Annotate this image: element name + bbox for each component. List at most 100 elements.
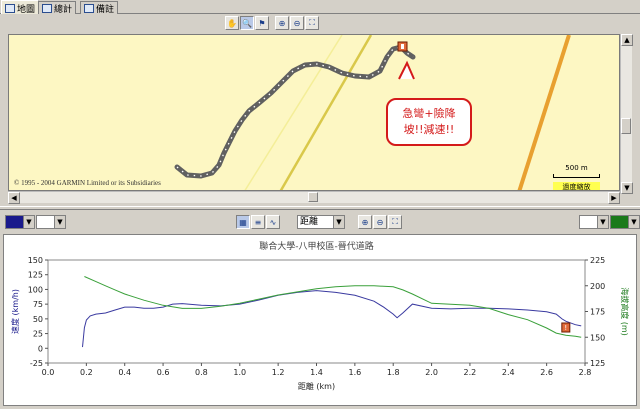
y-tick-label: 50 — [33, 315, 43, 324]
y2-tick-label: 150 — [590, 333, 605, 342]
x-tick-label: 2.8 — [579, 368, 592, 377]
x-tick-label: 1.4 — [310, 368, 323, 377]
x-tick-label: 1.0 — [233, 368, 246, 377]
plot-frame — [47, 259, 586, 364]
right-color-picker[interactable]: ▼ — [610, 215, 640, 229]
tab-map[interactable]: 地圖 — [1, 0, 40, 15]
y2-tick-label: 225 — [590, 256, 605, 265]
scroll-up-icon[interactable]: ▲ — [621, 34, 633, 46]
scale-label: 500 m — [565, 164, 588, 172]
scale-bar — [553, 174, 600, 178]
chevron-down-icon: ▼ — [628, 216, 639, 228]
warning-mark — [401, 44, 404, 49]
x-axis-select[interactable]: 距離 ▼ — [297, 215, 345, 229]
fit-icon[interactable]: ⛶ — [305, 16, 319, 30]
x-axis-label: 距離 (km) — [298, 381, 335, 391]
chevron-down-icon: ▼ — [333, 216, 344, 228]
y-axis-label: 速度 (km/h) — [10, 289, 20, 334]
x-tick-label: 2.2 — [464, 368, 477, 377]
y-tick-label: 125 — [28, 271, 43, 280]
zoom-in-icon[interactable]: ⊕ — [275, 16, 289, 30]
callout-line1: 急彎+險降 — [402, 107, 456, 120]
left-series-picker[interactable]: ▼ — [36, 215, 66, 229]
y-tick-label: 75 — [33, 300, 43, 309]
speed-line — [82, 290, 582, 348]
fit-icon[interactable]: ⛶ — [388, 215, 402, 229]
scroll-right-icon[interactable]: ▶ — [608, 192, 620, 204]
chevron-down-icon: ▼ — [597, 216, 608, 228]
tab-label: 備註 — [96, 4, 115, 15]
tab-label: 地圖 — [17, 4, 36, 15]
x-tick-label: 0.0 — [42, 368, 55, 377]
zoom-status-label: 過度縮放 — [553, 182, 600, 190]
tab-notes[interactable]: 備註 — [80, 1, 119, 15]
map-graphics — [174, 35, 571, 190]
x-tick-label: 0.2 — [80, 368, 93, 377]
x-tick-label: 2.0 — [425, 368, 438, 377]
elevation-line — [84, 276, 582, 338]
note-icon — [84, 3, 94, 13]
tab-summary[interactable]: 總計 — [38, 1, 77, 15]
hand-icon[interactable]: ✋ — [225, 16, 239, 30]
callout-line2: 坡!!減速!! — [403, 123, 455, 136]
tab-strip: 地圖 總計 備註 — [0, 0, 640, 15]
warning-callout: 急彎+險降 坡!!減速!! — [386, 98, 472, 146]
x-tick-label: 0.6 — [157, 368, 170, 377]
chart-toolbar: ▼ ▼ ▦ ≡ ∿ 距離 ▼ ⊕ ⊖ ⛶ ▼ ▼ — [0, 210, 640, 232]
y2-tick-label: 200 — [590, 282, 605, 291]
x-tick-label: 2.6 — [540, 368, 553, 377]
right-series-picker[interactable]: ▼ — [579, 215, 609, 229]
y-tick-label: 100 — [28, 285, 43, 294]
scroll-thumb[interactable] — [308, 192, 318, 202]
chart-zoom-buttons: ⊕ ⊖ ⛶ — [358, 215, 402, 229]
grid-icon[interactable]: ▦ — [236, 215, 250, 229]
x-tick-label: 1.8 — [387, 368, 400, 377]
profile-chart[interactable]: 聯合大學-八甲校區-晉代道路 0.0 0.2 0.4 0.6 0.8 1.0 1.2 1.4 1.… — [3, 234, 637, 406]
map-pane: ✋ 🔍 ⚑ ⊕ ⊖ ⛶ 急彎+險降 坡!!減速!! © 1995 - 2004 … — [0, 14, 640, 206]
x-tick-label: 0.4 — [118, 368, 131, 377]
color-swatch — [580, 216, 597, 228]
map-canvas[interactable]: 急彎+險降 坡!!減速!! © 1995 - 2004 GARMIN Limit… — [8, 34, 620, 191]
scroll-thumb[interactable] — [621, 118, 631, 134]
chart-title: 聯合大學-八甲校區-晉代道路 — [259, 240, 374, 252]
y2-tick-label: 175 — [590, 308, 605, 317]
zoom-out-icon[interactable]: ⊖ — [373, 215, 387, 229]
map-vertical-scrollbar[interactable]: ▲ ▼ — [620, 34, 633, 194]
color-swatch — [6, 216, 23, 228]
y-tick-label: -25 — [30, 359, 43, 368]
chevron-down-icon: ▼ — [23, 216, 34, 228]
tab-label: 總計 — [54, 4, 73, 15]
map-toolbar: ✋ 🔍 ⚑ ⊕ ⊖ ⛶ — [225, 16, 319, 30]
y2-axis-label: 海拔高度 (m) — [620, 287, 630, 336]
x-tick-label: 1.6 — [348, 368, 361, 377]
copyright-text: © 1995 - 2004 GARMIN Limited or its Subs… — [14, 179, 161, 187]
map-icon — [5, 3, 15, 13]
y2-tick-label: 125 — [590, 359, 605, 368]
y-tick-label: 0 — [38, 344, 43, 353]
scroll-down-icon[interactable]: ▼ — [621, 182, 633, 194]
x-tick-label: 2.4 — [502, 368, 515, 377]
y-tick-label: 25 — [33, 330, 43, 339]
zoom-select-icon[interactable]: 🔍 — [240, 16, 254, 30]
zoom-out-icon[interactable]: ⊖ — [290, 16, 304, 30]
x-tick-label: 0.8 — [195, 368, 208, 377]
map-horizontal-scrollbar[interactable]: ◀ ▶ — [8, 191, 620, 204]
callout-pointer — [398, 60, 415, 80]
x-tick-label: 1.2 — [272, 368, 285, 377]
color-swatch — [37, 216, 54, 228]
chart-pane: ▼ ▼ ▦ ≡ ∿ 距離 ▼ ⊕ ⊖ ⛶ ▼ ▼ 聯合大學-八甲校區-晉代道路 … — [0, 210, 640, 409]
color-swatch — [611, 216, 628, 228]
chart-view-buttons: ▦ ≡ ∿ — [236, 215, 280, 229]
zoom-in-icon[interactable]: ⊕ — [358, 215, 372, 229]
scroll-left-icon[interactable]: ◀ — [8, 192, 20, 204]
curve-icon[interactable]: ∿ — [266, 215, 280, 229]
warning-marker-label: ! — [564, 324, 567, 332]
flag-icon[interactable]: ⚑ — [255, 16, 269, 30]
chevron-down-icon: ▼ — [54, 216, 65, 228]
chart-svg: 聯合大學-八甲校區-晉代道路 0.0 0.2 0.4 0.6 0.8 1.0 1.2 1.4 1.… — [10, 240, 630, 391]
table-icon — [42, 3, 52, 13]
list-icon[interactable]: ≡ — [251, 215, 265, 229]
y-tick-label: 150 — [28, 256, 43, 265]
x-axis-select-value: 距離 — [300, 217, 319, 227]
left-color-picker[interactable]: ▼ — [5, 215, 35, 229]
